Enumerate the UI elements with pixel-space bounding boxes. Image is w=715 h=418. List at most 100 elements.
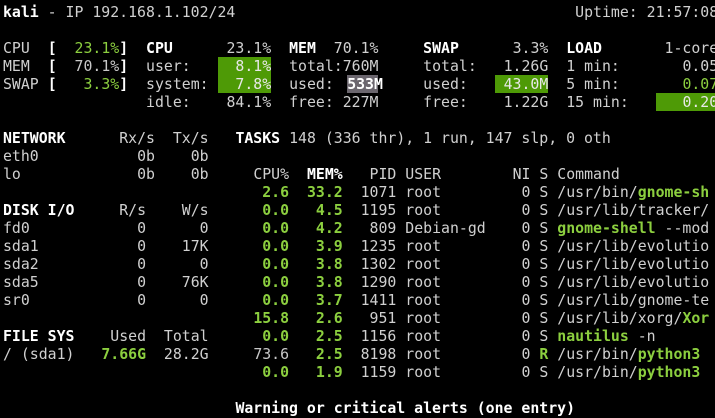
disk-write: 17K [181,237,209,255]
process-mem: 2.5 [315,345,343,363]
process-mem: 3.8 [315,273,343,291]
quicklook-cpu-label: CPU [3,39,30,57]
process-command-name: python3 [637,363,701,381]
process-nice: 0 [521,363,531,381]
process-cpu: 0.0 [262,219,290,237]
process-user: root [405,183,442,201]
process-user: root [405,237,442,255]
hostname: kali [3,3,39,21]
network-tx: 0b [190,147,209,165]
tasks-title: TASKS [235,129,281,147]
swap-title: SWAP [423,39,459,57]
process-nice: 0 [521,255,531,273]
mem-percent: 70.1% [333,39,379,57]
disk-name: sda5 [3,273,39,291]
process-cpu: 0.0 [262,273,290,291]
process-user: Debian-gd [405,219,486,237]
process-user: root [405,255,442,273]
network-interface: lo [3,165,21,183]
process-cpu: 0.0 [262,363,290,381]
fs-used: 7.66G [101,345,147,363]
process-cpu: 73.6 [253,345,290,363]
process-nice: 0 [521,183,531,201]
process-cpu: 2.6 [262,183,290,201]
cpu-user-value: 8.1% [217,57,272,75]
process-command-path: /usr/lib/evolutio [557,255,710,273]
process-user: root [405,291,442,309]
disk-read: 0 [137,273,147,291]
process-pid: 1159 [360,363,397,381]
disk-name: sr0 [3,291,30,309]
network-title: NETWORK [3,129,66,147]
process-user: root [405,363,442,381]
disk-write: 0 [199,291,209,309]
swap-free-label: free: [423,93,468,111]
process-nice: 0 [521,201,531,219]
process-user: root [405,345,442,363]
swap-total-label: total: [423,57,477,75]
process-nice: 0 [521,273,531,291]
swap-used-label: used: [423,75,468,93]
process-mem: 33.2 [306,183,343,201]
process-mem: 4.2 [315,219,343,237]
process-nice: 0 [521,327,531,345]
process-pid: 951 [369,309,397,327]
process-mem: 3.8 [315,255,343,273]
disk-write: 0 [199,219,209,237]
ip-address: - IP 192.168.1.102/24 [38,3,236,21]
proc-header-status: S [539,165,549,183]
load-15min-label: 15 min: [566,93,629,111]
quicklook-cpu-value: 23.1% [74,39,120,57]
process-command-path: /usr/lib/xorg/ [557,309,683,327]
process-mem: 1.9 [315,363,343,381]
process-pid: 8198 [360,345,397,363]
process-pid: 809 [369,219,397,237]
process-command-name: Xor [682,309,710,327]
quicklook-mem-value: 70.1% [74,57,120,75]
process-cpu: 15.8 [253,309,290,327]
process-command-name: nautilus [557,327,629,345]
load-5min-label: 5 min: [566,75,620,93]
process-command-args: --mod [655,219,710,237]
process-pid: 1235 [360,237,397,255]
process-command-path: /usr/lib/evolutio [557,273,710,291]
disk-read: 0 [137,255,147,273]
swap-free-value: 1.22G [503,93,549,111]
swap-used-value: 43.0M [494,75,549,93]
fs-total-header: Total [163,327,209,345]
fs-total: 28.2G [163,345,209,363]
process-mem: 4.5 [315,201,343,219]
process-nice: 0 [521,309,531,327]
process-nice: 0 [521,237,531,255]
glances-terminal: kali - IP 192.168.1.102/24 Uptime: 21:57:… [0,0,715,418]
process-cpu: 0.0 [262,291,290,309]
process-pid: 1071 [360,183,397,201]
proc-header-cpu: CPU% [253,165,290,183]
mem-used-label: used: [289,75,334,93]
process-mem: 2.5 [315,327,343,345]
disk-write: 76K [181,273,209,291]
load-cores: 1-core [664,39,715,57]
fs-mount: / (sda1) [3,345,75,363]
process-command-path: /usr/lib/tracker/ [557,201,710,219]
network-rx: 0b [137,165,155,183]
disk-title: DISK I/O [3,201,75,219]
load-5min-value: 0.07 [682,75,715,93]
process-status: R [539,345,549,363]
process-user: root [405,201,442,219]
process-pid: 1411 [360,291,397,309]
proc-header-user: USER [405,165,442,183]
mem-free-label: free: [289,93,334,111]
mem-title: MEM [289,39,316,57]
proc-header-ni: NI [512,165,531,183]
cpu-system-label: system: [146,75,209,93]
process-mem: 3.7 [315,291,343,309]
mem-total-value: 760M [342,57,379,75]
process-status: S [539,273,549,291]
disk-w-header: W/s [181,201,209,219]
network-tx: 0b [190,165,209,183]
load-1min-value: 0.05 [682,57,715,75]
uptime: Uptime: 21:57:08 [575,3,715,21]
process-command-path: /usr/lib/gnome-te [557,291,710,309]
process-pid: 1195 [360,201,397,219]
